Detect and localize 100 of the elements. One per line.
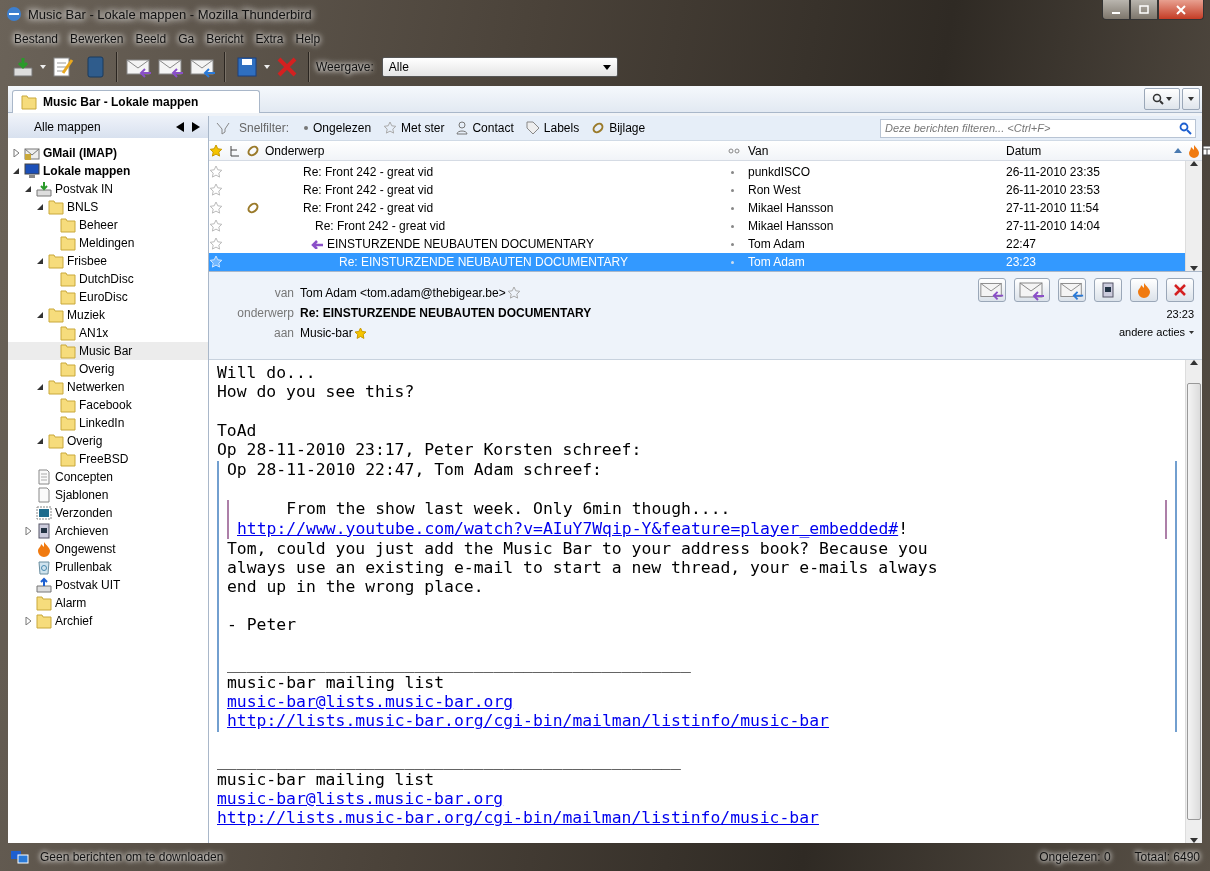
message-sender: Tom Adam: [747, 237, 806, 251]
header-label: van: [273, 286, 294, 300]
subject-text: Re: EINSTURZENDE NEUBAUTEN DOCUMENTARY: [300, 306, 593, 320]
search-menu-button[interactable]: [1144, 88, 1180, 110]
column-header[interactable]: Onderwerp: [265, 143, 728, 158]
expanded-twisty-icon[interactable]: [25, 185, 32, 193]
tab[interactable]: Music Bar - Lokale mappen: [12, 90, 260, 113]
star-icon[interactable]: [209, 255, 223, 269]
message-text: Op 28-11-2010 23:17, Peter Korsten schreef:: [217, 440, 643, 460]
envelope-reply-icon: [125, 56, 153, 78]
folder-item[interactable]: Postvak UIT: [8, 576, 208, 594]
envelope-reply-icon: [1018, 279, 1046, 301]
folder-item[interactable]: BNLS: [8, 198, 208, 216]
forward-button[interactable]: [1058, 278, 1086, 302]
folder-item[interactable]: Concepten: [8, 468, 208, 486]
folder-item[interactable]: Prullenbak: [8, 558, 208, 576]
reply-button[interactable]: [978, 278, 1006, 302]
folder-item[interactable]: Archieven: [8, 522, 208, 540]
filter-search-field[interactable]: Deze berichten filteren... <Ctrl+F>: [880, 118, 1196, 138]
star-icon[interactable]: [209, 219, 223, 233]
delete-button[interactable]: [1166, 278, 1194, 302]
unread-count: Ongelezen: 0: [1039, 850, 1111, 864]
star-icon[interactable]: [209, 237, 223, 251]
message-sender: Mikael Hansson: [747, 201, 835, 215]
message-text: How do you see this?: [217, 383, 416, 403]
filter-button[interactable]: Contact: [452, 121, 518, 135]
maximize-button[interactable]: [1130, 0, 1158, 20]
filter-button[interactable]: Ongelezen: [299, 121, 376, 135]
archive-button[interactable]: [1094, 278, 1122, 302]
folder-item[interactable]: Music Bar: [8, 342, 208, 360]
filter-button[interactable]: Bijlage: [587, 121, 650, 135]
junk-button[interactable]: [1130, 278, 1158, 302]
collapsed-twisty-icon[interactable]: [25, 527, 32, 535]
folder-item[interactable]: Netwerken: [8, 378, 208, 396]
sender-address[interactable]: Tom Adam <tom.adam@thebigear.be>: [300, 286, 506, 300]
close-button[interactable]: [1158, 0, 1204, 20]
status-message: Geen berichten om te downloaden: [40, 850, 224, 864]
folder-item[interactable]: LinkedIn: [8, 414, 208, 432]
expanded-twisty-icon[interactable]: [37, 311, 44, 319]
cross-icon: [276, 56, 298, 78]
filter-button[interactable]: Labels: [521, 121, 584, 135]
star-icon[interactable]: [209, 183, 223, 197]
filter-button[interactable]: Met ster: [379, 121, 449, 135]
message-date: 23:23: [1005, 255, 1038, 269]
folder-icon: [60, 415, 76, 431]
folder-item[interactable]: Overig: [8, 360, 208, 378]
folder-name: AN1x: [79, 326, 109, 340]
view-dropdown[interactable]: Alle: [381, 57, 618, 77]
folder-item[interactable]: GMail (IMAP): [8, 144, 208, 162]
column-header[interactable]: Datum: [1002, 143, 1174, 158]
collapsed-twisty-icon[interactable]: [13, 149, 20, 157]
star-icon[interactable]: [209, 165, 223, 179]
folder-icon: [60, 451, 76, 467]
folder-name: Sjablonen: [55, 488, 109, 502]
other-actions-menu[interactable]: andere acties: [1118, 326, 1194, 338]
folder-name: Overig: [79, 362, 115, 376]
scrollbar[interactable]: [1185, 161, 1202, 271]
folder-item[interactable]: Archief: [8, 612, 208, 630]
folder-icon: [48, 307, 64, 323]
message-subject: Re: Front 242 - great vid: [303, 201, 434, 215]
message-subject: EINSTURZENDE NEUBAUTEN DOCUMENTARY: [327, 237, 594, 251]
expanded-twisty-icon[interactable]: [13, 167, 20, 175]
tab-list-button[interactable]: [1182, 88, 1200, 110]
folder-item[interactable]: Ongewenst: [8, 540, 208, 558]
star-icon: [506, 286, 521, 300]
envelope-lock-icon: [24, 145, 40, 161]
scrollbar[interactable]: [1185, 360, 1202, 843]
folder-item[interactable]: Lokale mappen: [8, 162, 208, 180]
message-link[interactable]: music-bar@lists.music-bar.org: [227, 692, 514, 712]
folder-item[interactable]: Beheer: [8, 216, 208, 234]
collapsed-twisty-icon[interactable]: [25, 617, 32, 625]
folder-item[interactable]: AN1x: [8, 324, 208, 342]
message-link[interactable]: http://lists.music-bar.org/cgi-bin/mailman/listinfo/music-bar: [227, 711, 829, 731]
folder-item[interactable]: FreeBSD: [8, 450, 208, 468]
folder-item[interactable]: Meldingen: [8, 234, 208, 252]
folder-item[interactable]: DutchDisc: [8, 270, 208, 288]
folder-item[interactable]: Frisbee: [8, 252, 208, 270]
folder-item[interactable]: Postvak IN: [8, 180, 208, 198]
recipient-name[interactable]: Music-bar: [300, 326, 353, 340]
folder-item[interactable]: Muziek: [8, 306, 208, 324]
folder-item[interactable]: EuroDisc: [8, 288, 208, 306]
expanded-twisty-icon[interactable]: [37, 203, 44, 211]
expanded-twisty-icon[interactable]: [37, 383, 44, 391]
folder-item[interactable]: Verzonden: [8, 504, 208, 522]
column-header[interactable]: Van: [736, 143, 1002, 158]
folder-item[interactable]: Facebook: [8, 396, 208, 414]
folder-item[interactable]: Sjablonen: [8, 486, 208, 504]
expanded-twisty-icon[interactable]: [37, 257, 44, 265]
message-link[interactable]: music-bar@lists.music-bar.org: [217, 789, 504, 809]
message-link[interactable]: http://www.youtube.com/watch?v=AIuY7Wqip-Y&feature=player_embedded#: [237, 518, 899, 538]
folder-item[interactable]: Overig: [8, 432, 208, 450]
message-link[interactable]: http://lists.music-bar.org/cgi-bin/mailman/listinfo/music-bar: [217, 808, 819, 828]
minimize-button[interactable]: [1102, 0, 1130, 20]
paperclip-icon: [591, 121, 606, 135]
message-text: - Peter: [227, 616, 298, 636]
star-icon[interactable]: [209, 201, 223, 215]
reply-all-button[interactable]: [1014, 278, 1050, 302]
folder-name: Postvak UIT: [55, 578, 121, 592]
folder-item[interactable]: Alarm: [8, 594, 208, 612]
expanded-twisty-icon[interactable]: [37, 437, 44, 445]
